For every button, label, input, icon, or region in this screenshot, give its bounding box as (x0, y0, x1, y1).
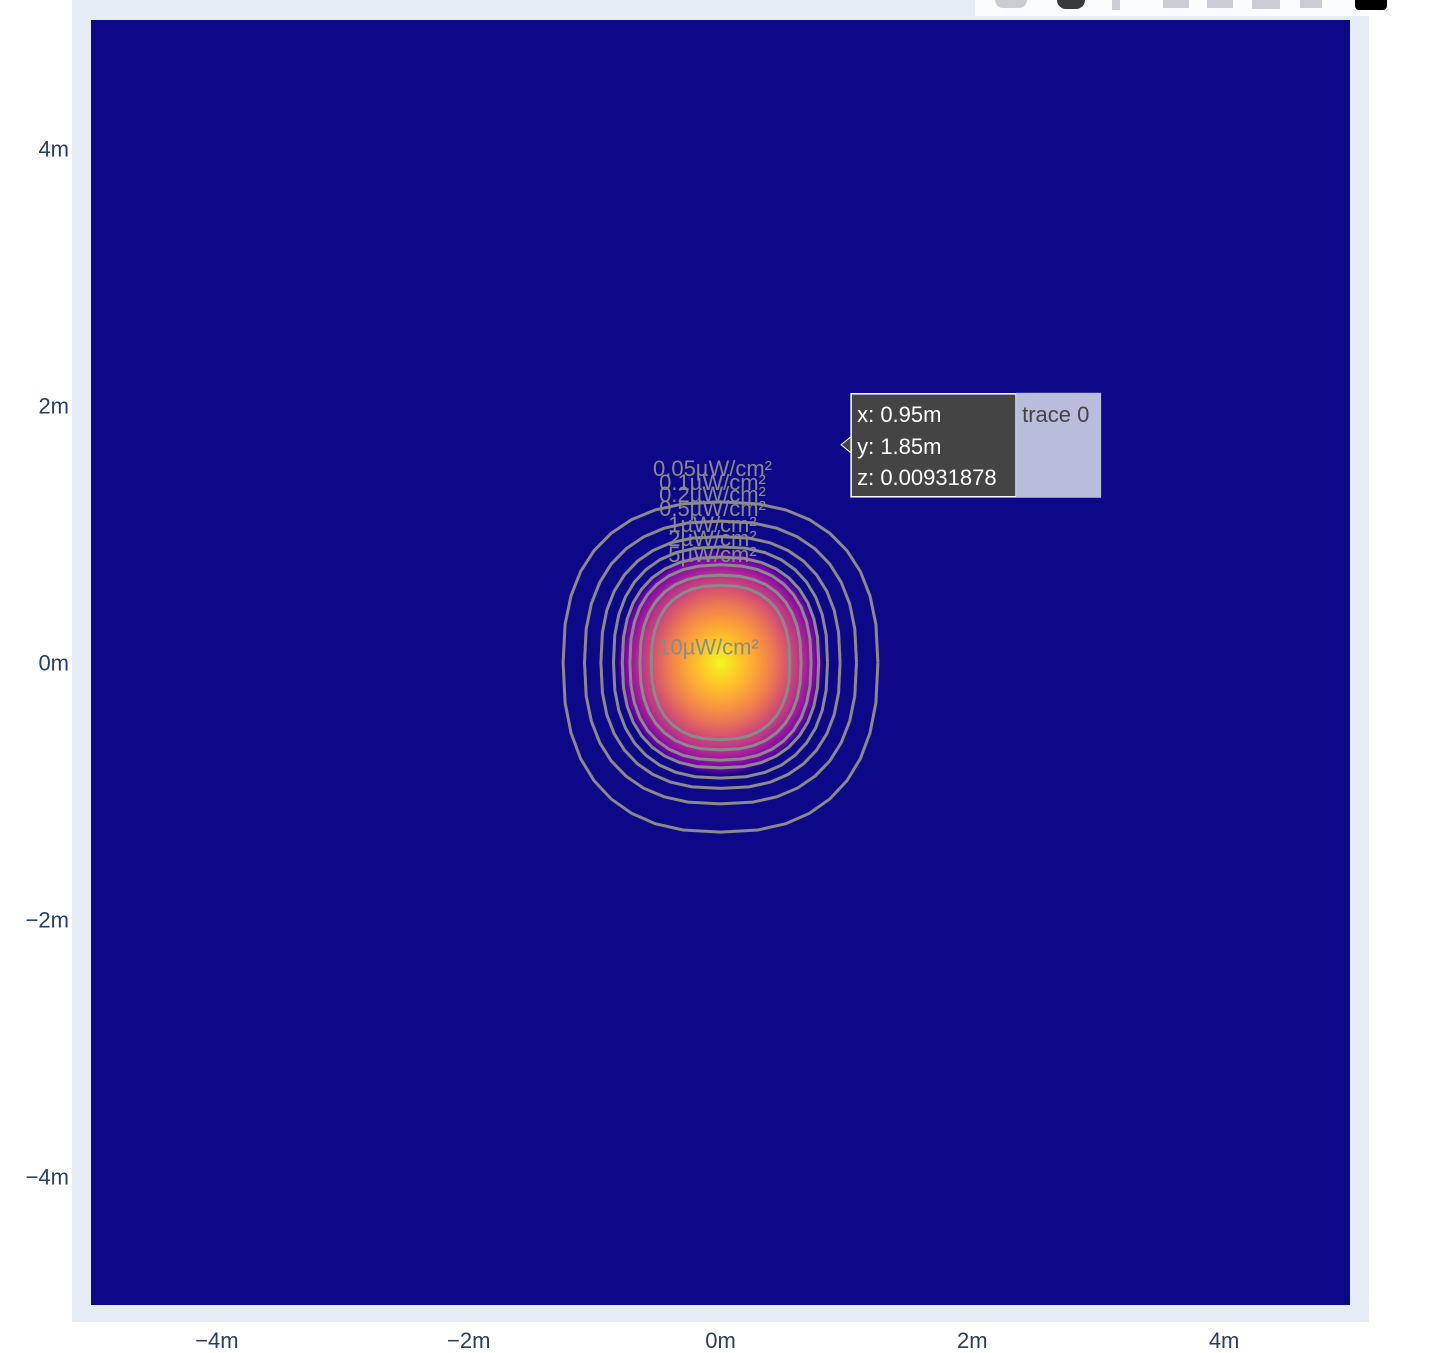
contour-heatmap-chart: 0.05µW/cm²0.1µW/cm²0.2µW/cm²0.5µW/cm²1µW… (26, 0, 1369, 1353)
heat-layer (614, 546, 827, 779)
hover-tooltip: x: 0.95m y: 1.85m z: 0.00931878 trace 0 (840, 392, 1102, 498)
zoom-icon[interactable] (1057, 0, 1085, 9)
x-tick-label: −4m (195, 1328, 238, 1353)
tooltip-z-value: z: 0.00931878 (857, 465, 996, 490)
y-tick-label: −2m (26, 908, 69, 933)
modebar (975, 0, 1387, 16)
reset-axes-icon[interactable] (1300, 0, 1322, 8)
x-tick-label: 2m (957, 1328, 988, 1353)
y-tick-label: 2m (38, 394, 69, 419)
plotly-logo-icon[interactable] (1355, 0, 1387, 10)
camera-icon[interactable] (995, 0, 1027, 8)
contour-label: 10µW/cm² (658, 635, 759, 660)
contour-label: 5µW/cm² (668, 542, 756, 567)
autoscale-icon[interactable] (1252, 0, 1280, 9)
y-tick-label: 4m (38, 137, 69, 162)
tooltip-x-value: x: 0.95m (857, 402, 941, 427)
box-select-icon[interactable] (1163, 0, 1189, 8)
lasso-select-icon[interactable] (1207, 0, 1233, 8)
x-tick-label: 4m (1209, 1328, 1240, 1353)
heat-spot (614, 546, 827, 779)
y-tick-label: 0m (38, 651, 69, 676)
y-tick-label: −4m (26, 1165, 69, 1190)
tooltip-trace-name: trace 0 (1022, 402, 1089, 427)
pan-icon[interactable] (1112, 0, 1120, 10)
x-tick-label: −2m (447, 1328, 490, 1353)
y-axis-ticks: 4m 2m 0m −2m −4m (26, 137, 69, 1190)
tooltip-y-value: y: 1.85m (857, 434, 941, 459)
x-tick-label: 0m (705, 1328, 736, 1353)
x-axis-ticks: −4m −2m 0m 2m 4m (195, 1328, 1239, 1353)
